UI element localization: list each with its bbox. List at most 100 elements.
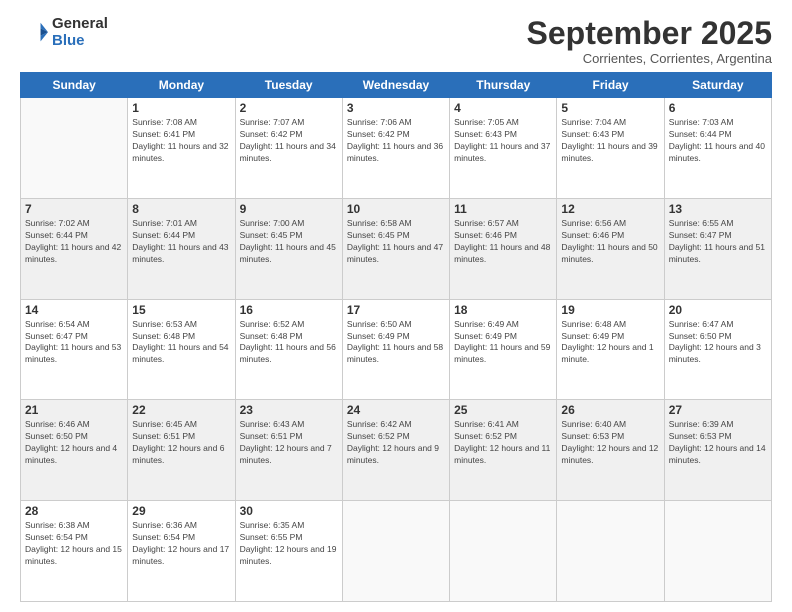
calendar-cell: 23Sunrise: 6:43 AM Sunset: 6:51 PM Dayli… <box>235 400 342 501</box>
calendar-cell <box>557 501 664 602</box>
day-info: Sunrise: 7:04 AM Sunset: 6:43 PM Dayligh… <box>561 117 659 165</box>
logo-icon <box>20 19 48 47</box>
calendar-cell: 30 Sunrise: 6:35 AM Sunset: 6:55 PM Dayli… <box>235 501 342 602</box>
calendar-cell: 24 Sunrise: 6:42 AM Sunset: 6:52 PM Dayli… <box>342 400 449 501</box>
day-number: 29 <box>132 504 230 518</box>
logo-blue: Blue <box>52 33 108 50</box>
day-info: Sunrise: 6:47 AM Sunset: 6:50 PM Dayligh… <box>669 319 767 367</box>
day-info: Sunrise: 6:49 AM Sunset: 6:49 PM Dayligh… <box>454 319 552 367</box>
day-number: 9 <box>240 202 338 216</box>
day-header-monday: Monday <box>128 73 235 98</box>
day-number: 14 <box>25 303 123 317</box>
calendar-cell <box>450 501 557 602</box>
calendar-cell: 11 Sunrise: 6:57 AM Sunset: 6:46 PM Dayli… <box>450 198 557 299</box>
calendar-cell: 21 Sunrise: 6:46 AM Sunset: 6:50 PM Dayli… <box>21 400 128 501</box>
day-header-friday: Friday <box>557 73 664 98</box>
day-number: 24 <box>347 403 445 417</box>
calendar-cell: 10 Sunrise: 6:58 AM Sunset: 6:45 PM Dayli… <box>342 198 449 299</box>
day-number: 13 <box>669 202 767 216</box>
calendar-cell: 2Sunrise: 7:07 AM Sunset: 6:42 PM Daylig… <box>235 98 342 199</box>
day-header-saturday: Saturday <box>664 73 771 98</box>
day-header-thursday: Thursday <box>450 73 557 98</box>
day-number: 30 <box>240 504 338 518</box>
calendar-cell: 6 Sunrise: 7:03 AM Sunset: 6:44 PM Daylig… <box>664 98 771 199</box>
day-number: 5 <box>561 101 659 115</box>
calendar-cell: 13 Sunrise: 6:55 AM Sunset: 6:47 PM Dayli… <box>664 198 771 299</box>
calendar-cell: 1Sunrise: 7:08 AM Sunset: 6:41 PM Daylig… <box>128 98 235 199</box>
calendar-cell <box>664 501 771 602</box>
calendar-cell: 14 Sunrise: 6:54 AM Sunset: 6:47 PM Dayli… <box>21 299 128 400</box>
calendar-cell: 29 Sunrise: 6:36 AM Sunset: 6:54 PM Dayli… <box>128 501 235 602</box>
calendar-cell: 12Sunrise: 6:56 AM Sunset: 6:46 PM Dayli… <box>557 198 664 299</box>
day-header-tuesday: Tuesday <box>235 73 342 98</box>
page: General Blue September 2025 Corrientes, … <box>0 0 792 612</box>
day-header-wednesday: Wednesday <box>342 73 449 98</box>
week-row-1: 1Sunrise: 7:08 AM Sunset: 6:41 PM Daylig… <box>21 98 772 199</box>
day-number: 22 <box>132 403 230 417</box>
calendar-cell: 5 Sunrise: 7:04 AM Sunset: 6:43 PM Daylig… <box>557 98 664 199</box>
day-info: Sunrise: 6:42 AM Sunset: 6:52 PM Dayligh… <box>347 419 445 467</box>
calendar-cell: 8 Sunrise: 7:01 AM Sunset: 6:44 PM Daylig… <box>128 198 235 299</box>
calendar-table: SundayMondayTuesdayWednesdayThursdayFrid… <box>20 72 772 602</box>
day-number: 19 <box>561 303 659 317</box>
calendar-cell: 28 Sunrise: 6:38 AM Sunset: 6:54 PM Dayli… <box>21 501 128 602</box>
day-info: Sunrise: 6:35 AM Sunset: 6:55 PM Dayligh… <box>240 520 338 568</box>
day-number: 11 <box>454 202 552 216</box>
day-info: Sunrise: 6:45 AM Sunset: 6:51 PM Dayligh… <box>132 419 230 467</box>
day-info: Sunrise: 6:39 AM Sunset: 6:53 PM Dayligh… <box>669 419 767 467</box>
day-info: Sunrise: 6:46 AM Sunset: 6:50 PM Dayligh… <box>25 419 123 467</box>
title-block: September 2025 Corrientes, Corrientes, A… <box>527 16 772 66</box>
day-info: Sunrise: 6:41 AM Sunset: 6:52 PM Dayligh… <box>454 419 552 467</box>
day-number: 6 <box>669 101 767 115</box>
day-number: 2 <box>240 101 338 115</box>
day-number: 27 <box>669 403 767 417</box>
day-info: Sunrise: 7:05 AM Sunset: 6:43 PM Dayligh… <box>454 117 552 165</box>
week-row-4: 21 Sunrise: 6:46 AM Sunset: 6:50 PM Dayli… <box>21 400 772 501</box>
calendar-cell <box>342 501 449 602</box>
day-number: 21 <box>25 403 123 417</box>
calendar-cell <box>21 98 128 199</box>
day-number: 26 <box>561 403 659 417</box>
calendar-cell: 7Sunrise: 7:02 AM Sunset: 6:44 PM Daylig… <box>21 198 128 299</box>
calendar-cell: 26 Sunrise: 6:40 AM Sunset: 6:53 PM Dayli… <box>557 400 664 501</box>
day-info: Sunrise: 6:58 AM Sunset: 6:45 PM Dayligh… <box>347 218 445 266</box>
day-info: Sunrise: 6:40 AM Sunset: 6:53 PM Dayligh… <box>561 419 659 467</box>
calendar-cell: 4 Sunrise: 7:05 AM Sunset: 6:43 PM Daylig… <box>450 98 557 199</box>
day-number: 28 <box>25 504 123 518</box>
day-info: Sunrise: 6:57 AM Sunset: 6:46 PM Dayligh… <box>454 218 552 266</box>
week-row-5: 28 Sunrise: 6:38 AM Sunset: 6:54 PM Dayli… <box>21 501 772 602</box>
logo: General Blue <box>20 16 108 49</box>
day-info: Sunrise: 7:01 AM Sunset: 6:44 PM Dayligh… <box>132 218 230 266</box>
day-number: 1 <box>132 101 230 115</box>
day-info: Sunrise: 6:38 AM Sunset: 6:54 PM Dayligh… <box>25 520 123 568</box>
day-info: Sunrise: 6:36 AM Sunset: 6:54 PM Dayligh… <box>132 520 230 568</box>
month-title: September 2025 <box>527 16 772 51</box>
calendar-cell: 16Sunrise: 6:52 AM Sunset: 6:48 PM Dayli… <box>235 299 342 400</box>
calendar-cell: 15Sunrise: 6:53 AM Sunset: 6:48 PM Dayli… <box>128 299 235 400</box>
calendar-cell: 17Sunrise: 6:50 AM Sunset: 6:49 PM Dayli… <box>342 299 449 400</box>
day-info: Sunrise: 6:56 AM Sunset: 6:46 PM Dayligh… <box>561 218 659 266</box>
week-row-3: 14 Sunrise: 6:54 AM Sunset: 6:47 PM Dayli… <box>21 299 772 400</box>
calendar-cell: 25Sunrise: 6:41 AM Sunset: 6:52 PM Dayli… <box>450 400 557 501</box>
day-number: 20 <box>669 303 767 317</box>
day-number: 15 <box>132 303 230 317</box>
day-number: 8 <box>132 202 230 216</box>
day-number: 23 <box>240 403 338 417</box>
day-info: Sunrise: 6:54 AM Sunset: 6:47 PM Dayligh… <box>25 319 123 367</box>
calendar-cell: 3Sunrise: 7:06 AM Sunset: 6:42 PM Daylig… <box>342 98 449 199</box>
day-header-sunday: Sunday <box>21 73 128 98</box>
logo-general: General <box>52 16 108 33</box>
day-info: Sunrise: 7:00 AM Sunset: 6:45 PM Dayligh… <box>240 218 338 266</box>
day-number: 4 <box>454 101 552 115</box>
calendar-header-row: SundayMondayTuesdayWednesdayThursdayFrid… <box>21 73 772 98</box>
day-number: 10 <box>347 202 445 216</box>
day-info: Sunrise: 7:03 AM Sunset: 6:44 PM Dayligh… <box>669 117 767 165</box>
day-info: Sunrise: 6:48 AM Sunset: 6:49 PM Dayligh… <box>561 319 659 367</box>
day-number: 18 <box>454 303 552 317</box>
week-row-2: 7Sunrise: 7:02 AM Sunset: 6:44 PM Daylig… <box>21 198 772 299</box>
calendar-cell: 9 Sunrise: 7:00 AM Sunset: 6:45 PM Daylig… <box>235 198 342 299</box>
day-info: Sunrise: 6:50 AM Sunset: 6:49 PM Dayligh… <box>347 319 445 367</box>
day-number: 3 <box>347 101 445 115</box>
day-info: Sunrise: 6:55 AM Sunset: 6:47 PM Dayligh… <box>669 218 767 266</box>
calendar-cell: 20 Sunrise: 6:47 AM Sunset: 6:50 PM Dayli… <box>664 299 771 400</box>
